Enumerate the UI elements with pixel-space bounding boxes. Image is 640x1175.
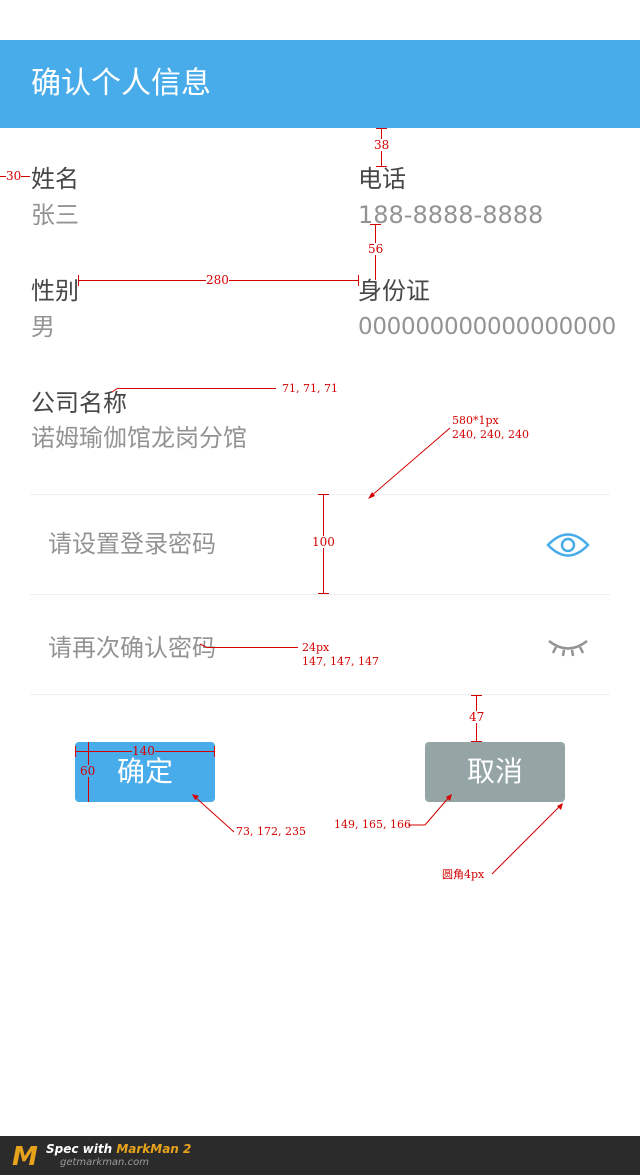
measure-56: 56 [368, 242, 384, 256]
footer-url: getmarkman.com [60, 1157, 149, 1168]
eye-icon[interactable] [546, 530, 590, 560]
measure-line [118, 388, 276, 389]
measure-line [78, 280, 358, 281]
id-card-value: 000000000000000000 [358, 314, 616, 340]
phone-label: 电话 [358, 165, 406, 193]
cancel-color-note: 149, 165, 166 [334, 818, 411, 831]
radius-note: 圆角4px [442, 868, 485, 881]
markman-footer: M Spec with MarkMan 2 getmarkman.com [0, 1136, 640, 1175]
divider [30, 494, 610, 495]
measure-47: 47 [469, 710, 485, 724]
divider [30, 694, 610, 695]
measure-30: 30 [6, 169, 22, 183]
login-password-input[interactable] [48, 524, 518, 564]
confirm-color-note: 73, 172, 235 [236, 825, 306, 838]
measure-line [381, 128, 382, 166]
footer-spec-text: Spec with MarkMan 2 [46, 1142, 191, 1156]
label-color-note: 71, 71, 71 [282, 382, 338, 395]
divider [30, 594, 610, 595]
spec-annotations: 38 30 56 280 71, 71, 71 580*1px 240, 240… [0, 0, 640, 1175]
company-label: 公司名称 [31, 389, 127, 417]
measure-38: 38 [374, 138, 390, 152]
footer-brand: MarkMan 2 [116, 1142, 192, 1156]
name-value: 张三 [31, 201, 79, 229]
eye-closed-icon[interactable] [546, 632, 590, 662]
id-card-label: 身份证 [358, 277, 430, 305]
company-value: 诺姆瑜伽馆龙岗分馆 [31, 424, 247, 452]
gender-value: 男 [31, 313, 55, 341]
status-bar [0, 0, 640, 40]
markman-logo: M [12, 1142, 38, 1172]
divider-color-note: 240, 240, 240 [452, 428, 529, 441]
measure-line [376, 128, 387, 129]
footer-spec-prefix: Spec with [46, 1142, 117, 1156]
name-label: 姓名 [31, 165, 79, 193]
confirm-password-input[interactable] [48, 628, 518, 668]
cancel-button[interactable]: 取消 [425, 742, 565, 802]
annotation-arrows [111, 387, 563, 875]
measure-line [375, 224, 376, 280]
phone-value: 188-8888-8888 [358, 201, 544, 229]
measure-line [471, 695, 482, 696]
measure-line [476, 695, 477, 742]
gender-label: 性别 [31, 277, 79, 305]
measure-280: 280 [206, 273, 229, 287]
confirm-button[interactable]: 确定 [75, 742, 215, 802]
divider-size-note: 580*1px [452, 414, 499, 427]
measure-line [0, 176, 30, 177]
app-bar: 确认个人信息 [0, 40, 640, 128]
page-title: 确认个人信息 [31, 66, 211, 101]
